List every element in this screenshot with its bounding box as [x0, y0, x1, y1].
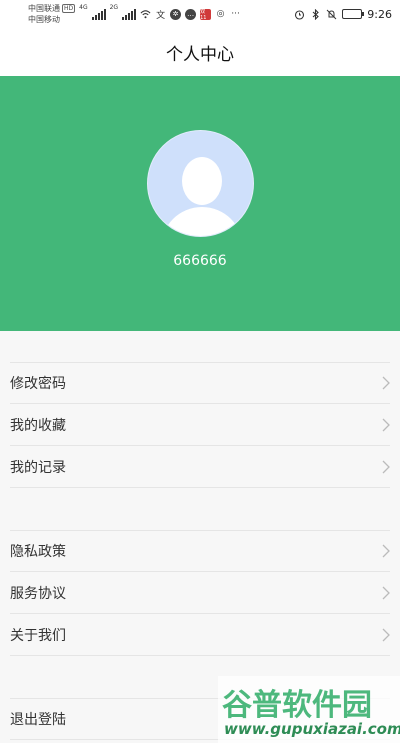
- chevron-right-icon: [381, 628, 390, 642]
- menu-group-account: 修改密码 我的收藏 我的记录: [0, 362, 400, 488]
- page-title: 个人中心: [166, 44, 234, 65]
- mute-icon: [326, 9, 337, 20]
- status-left: 中国联通 HD 中国移动 4G 2G 文 ✲ … 双11 ◎ ···: [28, 3, 241, 25]
- menu-item-label: 关于我们: [10, 627, 66, 644]
- chevron-right-icon: [381, 460, 390, 474]
- menu-item-label: 修改密码: [10, 376, 66, 392]
- network-type-1: 4G: [79, 4, 88, 11]
- profile-header: 666666: [0, 76, 400, 331]
- menu-item-label: 我的收藏: [10, 417, 66, 434]
- chevron-right-icon: [381, 418, 390, 432]
- avatar-body-shape: [161, 207, 243, 236]
- carrier-2: 中国移动: [28, 15, 60, 24]
- app-notification-icon: ✲: [170, 8, 182, 20]
- camera-app-icon: ◎: [216, 9, 225, 19]
- menu-item-label: 退出登陆: [10, 712, 66, 728]
- more-notifications-icon: ···: [231, 9, 240, 19]
- alarm-icon: [294, 9, 305, 20]
- chevron-right-icon: [381, 376, 390, 390]
- menu-item-about-us[interactable]: 关于我们: [10, 614, 390, 656]
- menu-item-privacy-policy[interactable]: 隐私政策: [10, 530, 390, 572]
- signal-icon-1: [91, 8, 106, 20]
- bluetooth-icon: [310, 8, 321, 20]
- signal-icon-2: [122, 8, 137, 20]
- avatar[interactable]: [147, 130, 254, 237]
- chevron-right-icon: [381, 586, 390, 600]
- menu-item-service-agreement[interactable]: 服务协议: [10, 572, 390, 614]
- watermark: 谷普软件园 www.gupuxiazai.com: [218, 676, 400, 743]
- message-icon: …: [185, 8, 197, 20]
- carrier-1: 中国联通: [28, 4, 60, 13]
- translate-icon: 文: [156, 10, 166, 21]
- menu-item-label: 隐私政策: [10, 544, 66, 560]
- chevron-right-icon: [381, 544, 390, 558]
- watermark-brand: 谷普软件园: [222, 688, 372, 723]
- status-bar: 中国联通 HD 中国移动 4G 2G 文 ✲ … 双11 ◎ ··· 9:26: [0, 0, 400, 28]
- avatar-head-shape: [182, 157, 222, 205]
- watermark-url: www.gupuxiazai.com: [224, 720, 400, 738]
- wifi-icon: [140, 9, 151, 20]
- battery-icon: [342, 9, 365, 19]
- menu-item-change-password[interactable]: 修改密码: [10, 362, 390, 404]
- shopping-app-icon: 双11: [200, 8, 212, 21]
- nav-bar: 个人中心: [0, 28, 400, 76]
- menu-item-records[interactable]: 我的记录: [10, 446, 390, 488]
- status-right: 9:26: [294, 8, 392, 21]
- menu-group-info: 隐私政策 服务协议 关于我们: [0, 530, 400, 656]
- network-type-2: 2G: [109, 4, 119, 11]
- menu-item-label: 服务协议: [10, 585, 66, 602]
- hd-badge: HD: [62, 4, 76, 13]
- carrier-info: 中国联通 HD 中国移动: [28, 3, 76, 25]
- menu-item-favorites[interactable]: 我的收藏: [10, 404, 390, 446]
- clock: 9:26: [367, 7, 392, 21]
- menu-item-label: 我的记录: [10, 459, 66, 476]
- username: 666666: [173, 253, 227, 269]
